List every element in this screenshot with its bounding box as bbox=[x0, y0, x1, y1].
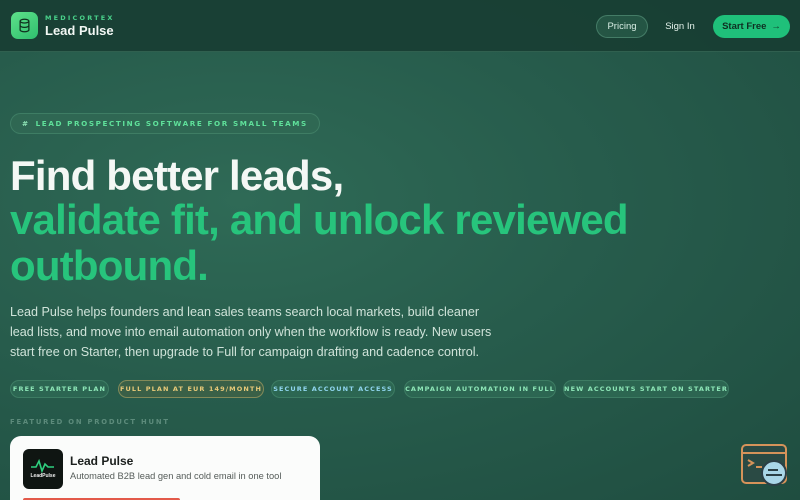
featured-label: FEATURED ON PRODUCT HUNT bbox=[10, 418, 170, 426]
pricing-link[interactable]: Pricing bbox=[596, 15, 648, 38]
tag-campaign-automation: CAMPAIGN AUTOMATION IN FULL bbox=[404, 380, 556, 398]
top-navbar: MEDICORTEX Lead Pulse Pricing Sign In St… bbox=[0, 0, 800, 52]
chat-support-icon[interactable] bbox=[740, 443, 792, 488]
card-title: Lead Pulse bbox=[70, 454, 134, 468]
arrow-right-icon: → bbox=[771, 21, 781, 32]
hero-description: Lead Pulse helps founders and lean sales… bbox=[10, 305, 492, 359]
tag-new-accounts: NEW ACCOUNTS START ON STARTER bbox=[563, 380, 729, 398]
sign-in-link[interactable]: Sign In bbox=[656, 15, 704, 38]
hash-icon: # bbox=[22, 119, 30, 128]
hero-title-line3: outbound. bbox=[10, 242, 209, 289]
tag-free-starter: FREE STARTER PLAN bbox=[10, 380, 109, 398]
card-subtitle: Automated B2B lead gen and cold email in… bbox=[70, 471, 282, 481]
logo-text: LeadPulse bbox=[30, 473, 56, 479]
start-free-button[interactable]: Start Free → bbox=[713, 15, 790, 38]
tag-secure-access: SECURE ACCOUNT ACCESS bbox=[271, 380, 395, 398]
hero-title-line2: validate fit, and unlock reviewed bbox=[10, 196, 629, 243]
brand-name[interactable]: Lead Pulse bbox=[45, 23, 114, 38]
brand-eyebrow: MEDICORTEX bbox=[45, 14, 115, 22]
lead-pulse-logo: LeadPulse bbox=[23, 449, 63, 489]
database-icon[interactable] bbox=[11, 12, 38, 39]
tag-full-plan-price: FULL PLAN AT EUR 149/MONTH bbox=[118, 380, 264, 398]
hero-eyebrow-text: LEAD PROSPECTING SOFTWARE FOR SMALL TEAM… bbox=[35, 119, 308, 128]
hero-eyebrow-badge: # LEAD PROSPECTING SOFTWARE FOR SMALL TE… bbox=[10, 113, 320, 134]
start-free-label: Start Free bbox=[722, 21, 767, 32]
product-hunt-card[interactable]: LeadPulse Lead Pulse Automated B2B lead … bbox=[10, 436, 320, 500]
hero-title-line1: Find better leads, bbox=[10, 152, 344, 199]
